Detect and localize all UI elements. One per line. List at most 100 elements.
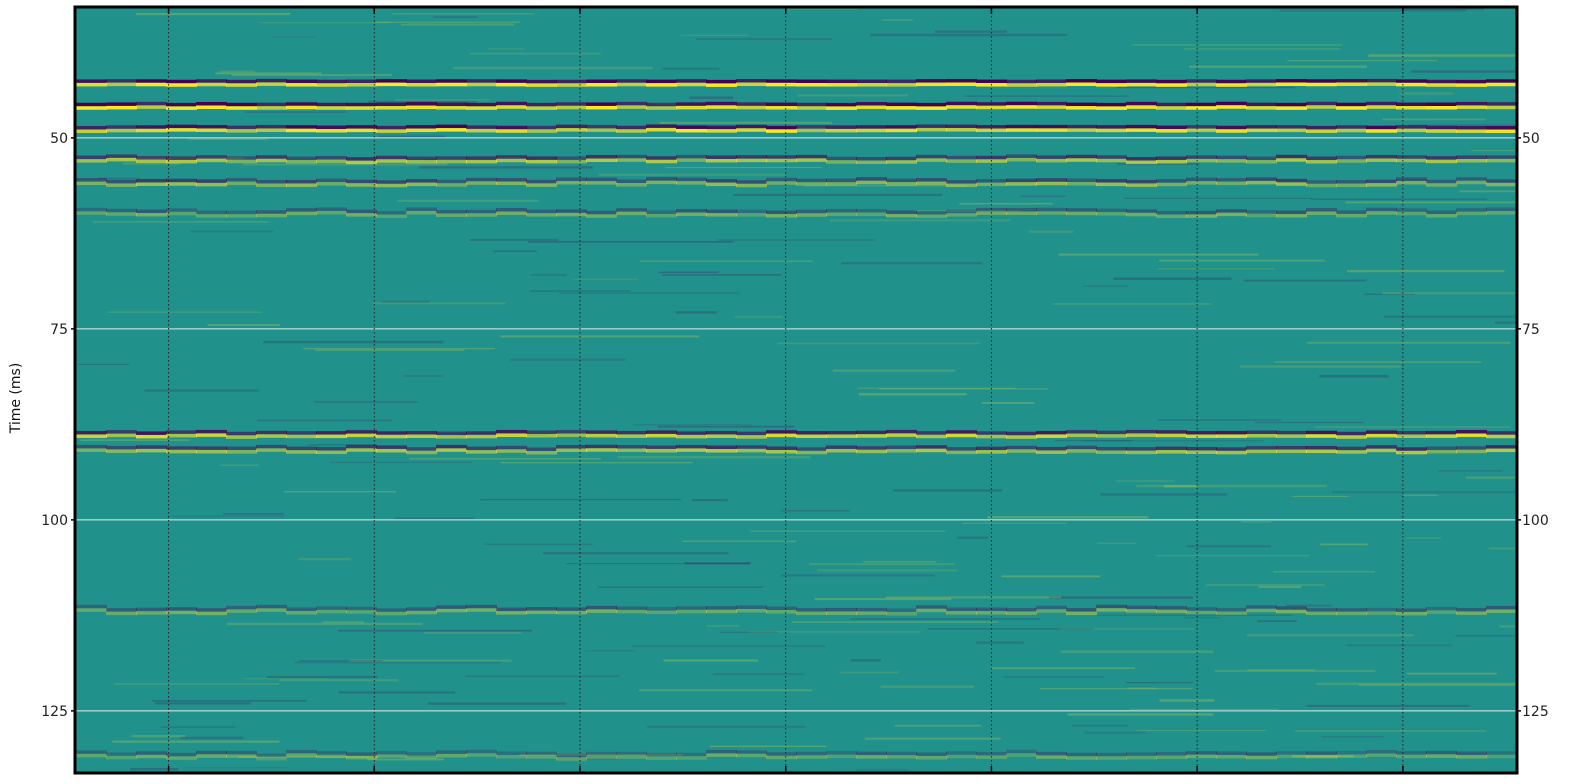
reflector-bright	[676, 212, 707, 216]
texture-streak	[493, 250, 537, 253]
reflector-bright	[436, 106, 467, 110]
reflector-bright	[1036, 181, 1067, 186]
reflector-bright	[1156, 755, 1187, 760]
reflector-bright	[1306, 434, 1337, 438]
reflector-bright	[586, 181, 617, 185]
reflector-bright	[1126, 105, 1157, 109]
reflector-bright	[136, 182, 167, 186]
texture-streak	[1437, 470, 1503, 472]
reflector-bright	[916, 434, 947, 439]
texture-streak	[558, 292, 740, 294]
reflector-dark	[1276, 606, 1307, 610]
texture-streak	[639, 689, 813, 692]
reflector-bright	[1306, 129, 1337, 133]
reflector-dark	[736, 102, 767, 106]
texture-streak	[658, 271, 719, 273]
reflector-dark	[166, 208, 197, 212]
texture-streak	[397, 199, 539, 202]
reflector-bright	[436, 753, 467, 758]
texture-streak	[598, 173, 786, 176]
reflector-dark	[586, 177, 617, 182]
texture-streak	[1243, 279, 1367, 282]
reflector-bright	[1486, 129, 1516, 133]
texture-streak	[220, 464, 259, 466]
texture-streak	[817, 569, 958, 572]
texture-streak	[1159, 699, 1215, 702]
reflector-bright	[946, 213, 977, 217]
reflector-bright	[286, 434, 317, 439]
reflector-bright	[1486, 434, 1516, 439]
reflector-dark	[1006, 101, 1037, 106]
texture-streak	[749, 530, 946, 532]
reflector-bright	[946, 128, 977, 132]
reflector-bright	[406, 755, 437, 760]
reflector-dark	[526, 102, 557, 107]
reflector-bright	[1126, 82, 1157, 87]
reflector-bright	[1276, 449, 1307, 454]
reflector-dark	[1246, 102, 1277, 107]
reflector-dark	[886, 608, 917, 612]
reflector-bright	[1306, 611, 1337, 616]
y-tick-label-right: 50	[1522, 131, 1540, 147]
reflector-bright	[826, 212, 857, 216]
reflector-bright	[1396, 128, 1427, 133]
reflector-dark	[1036, 178, 1067, 182]
reflector-dark	[436, 444, 467, 449]
reflector-dark	[916, 210, 947, 215]
reflector-bright	[1456, 180, 1487, 185]
reflector-dark	[1036, 430, 1067, 435]
texture-streak	[330, 461, 473, 464]
reflector-dark	[916, 605, 947, 609]
reflector-bright	[1366, 158, 1397, 162]
reflector-dark	[1036, 101, 1067, 106]
reflector-bright	[1186, 434, 1217, 438]
reflector-bright	[1036, 609, 1067, 613]
reflector-dark	[676, 208, 707, 213]
reflector-dark	[1006, 124, 1037, 129]
reflector-dark	[616, 751, 647, 756]
reflector-dark	[646, 430, 677, 434]
reflector-bright	[376, 754, 407, 758]
texture-streak	[418, 166, 593, 169]
reflector-bright	[1036, 434, 1067, 438]
reflector-dark	[436, 156, 467, 160]
reflector-dark	[136, 607, 167, 612]
reflector-dark	[226, 79, 257, 84]
reflector-bright	[526, 106, 557, 110]
reflector-dark	[1456, 125, 1487, 130]
reflector-dark	[856, 607, 887, 612]
texture-streak	[1406, 536, 1442, 539]
reflector-dark	[526, 430, 557, 434]
reflector-dark	[1186, 79, 1217, 83]
reflector-bright	[1306, 160, 1337, 164]
reflector-bright	[766, 158, 797, 163]
reflector-dark	[1246, 156, 1277, 161]
reflector-dark	[1336, 446, 1367, 451]
reflector-bright	[736, 128, 767, 132]
reflector-dark	[496, 155, 527, 159]
reflector-dark	[226, 125, 257, 130]
reflector-dark	[1096, 752, 1127, 757]
reflector-bright	[226, 754, 257, 758]
reflector-dark	[1156, 606, 1187, 610]
reflector-bright	[1426, 610, 1457, 614]
reflector-bright	[1456, 129, 1487, 133]
texture-streak	[303, 347, 496, 350]
reflector-dark	[1396, 208, 1427, 212]
reflector-dark	[1426, 446, 1457, 450]
reflector-dark	[286, 208, 317, 212]
texture-streak	[392, 13, 535, 15]
reflector-dark	[1096, 79, 1127, 84]
reflector-dark	[316, 606, 347, 610]
reflector-bright	[946, 183, 977, 188]
reflector-dark	[346, 752, 377, 756]
reflector-bright	[826, 182, 857, 186]
reflector-dark	[166, 752, 197, 757]
texture-streak	[1049, 596, 1193, 599]
reflector-dark	[406, 102, 437, 106]
reflector-dark	[436, 179, 467, 184]
reflector-dark	[436, 124, 467, 129]
reflector-dark	[106, 102, 137, 106]
reflector-bright	[286, 610, 317, 615]
reflector-bright	[1036, 755, 1067, 759]
